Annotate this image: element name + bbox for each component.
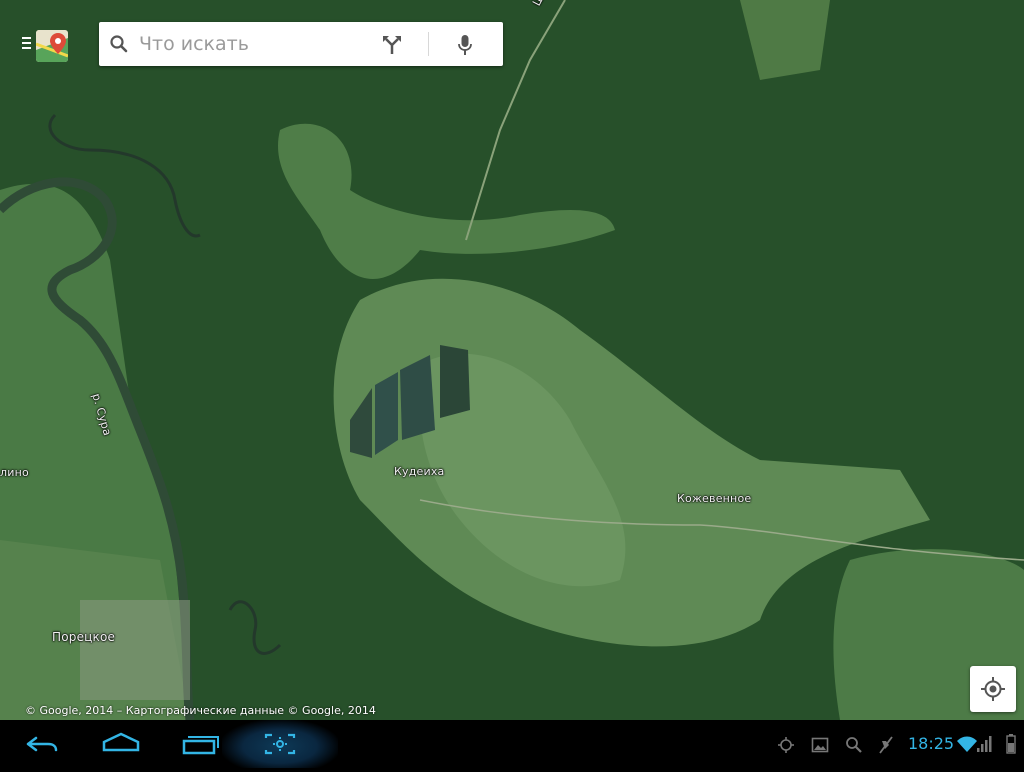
- search-input[interactable]: [139, 32, 369, 56]
- microphone-icon[interactable]: [457, 34, 473, 60]
- screenshot-icon: [264, 733, 296, 755]
- menu-button[interactable]: [18, 28, 72, 64]
- maps-logo-icon: [36, 30, 68, 62]
- search-notification-icon: [845, 736, 863, 758]
- village-label-kudeiha: Кудеиха: [394, 465, 445, 478]
- recent-apps-icon: [182, 736, 219, 755]
- debug-icon: [877, 735, 895, 759]
- my-location-button[interactable]: [970, 666, 1016, 712]
- village-label-poretskoe: Порецкое: [52, 630, 116, 644]
- village-label-partial: лино: [0, 466, 29, 479]
- gallery-icon: [811, 736, 829, 758]
- recent-apps-button[interactable]: [178, 720, 224, 768]
- search-icon: [109, 34, 129, 58]
- screenshot-button[interactable]: [222, 720, 338, 768]
- wifi-icon: [956, 735, 978, 757]
- home-button[interactable]: [98, 720, 144, 768]
- signal-icon: [976, 735, 992, 757]
- search-bar[interactable]: [99, 22, 503, 66]
- back-button[interactable]: [16, 720, 66, 768]
- menu-icon: [22, 37, 31, 52]
- crosshair-icon: [981, 677, 1005, 701]
- gps-icon: [777, 736, 795, 758]
- battery-icon: [1006, 734, 1016, 758]
- directions-icon[interactable]: [381, 34, 403, 60]
- home-icon: [102, 732, 140, 752]
- copyright-notice: © Google, 2014 – Картографические данные…: [25, 704, 376, 717]
- status-clock: 18:25: [908, 734, 955, 753]
- terrain-layer: [0, 0, 1024, 720]
- system-navigation-bar: 18:25: [0, 720, 1024, 768]
- village-label-kozhevennoe: Кожевенное: [677, 492, 752, 505]
- satellite-map[interactable]: Шоссейн р. Сура лино Кудеиха Кожевенное …: [0, 0, 1024, 720]
- back-arrow-icon: [26, 736, 58, 752]
- searchbox-divider: [428, 32, 429, 56]
